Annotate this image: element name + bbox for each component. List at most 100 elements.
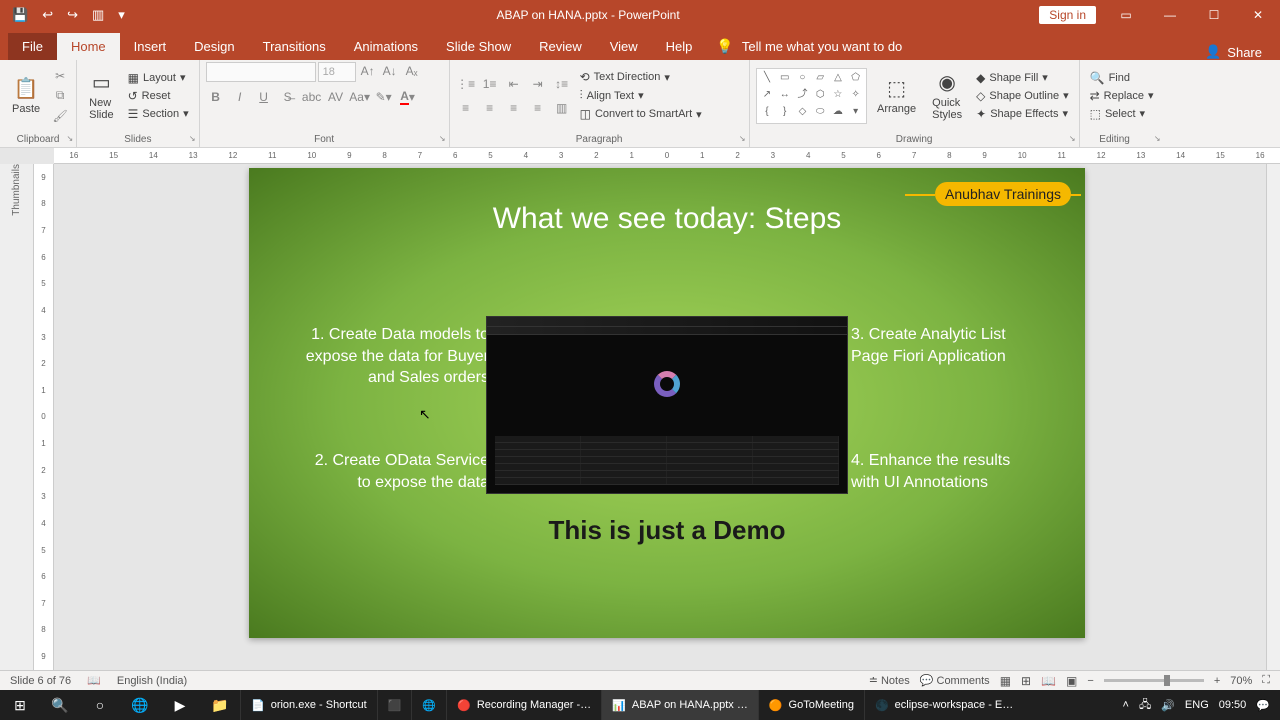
slideshow-view-icon[interactable]: ▣ [1066,674,1077,688]
indent-inc-icon[interactable]: ⇥ [528,75,548,93]
case-icon[interactable]: Aa▾ [350,88,370,106]
task-orion[interactable]: 📄orion.exe - Shortcut [240,690,377,720]
section-button[interactable]: ☰Section▾ [124,106,193,122]
comments-button[interactable]: 💬 Comments [920,674,990,687]
ribbon-options-icon[interactable]: ▭ [1104,0,1148,30]
bullets-icon[interactable]: ⋮≡ [456,75,476,93]
youtube-icon[interactable]: ▶ [160,690,200,720]
copy-icon[interactable]: ⧉ [50,87,70,105]
find-button[interactable]: 🔍Find [1086,70,1158,86]
font-size-input[interactable] [318,62,356,82]
thumbnails-pane[interactable]: Thumbnails [0,164,34,670]
slide[interactable]: Anubhav Trainings What we see today: Ste… [249,168,1085,638]
line-spacing-icon[interactable]: ↕≡ [552,75,572,93]
replace-button[interactable]: ⇄Replace▾ [1086,88,1158,104]
tray-up-icon[interactable]: ˄ [1123,699,1129,711]
start-button[interactable]: ⊞ [0,690,40,720]
tray-network-icon[interactable]: 🖧 [1139,696,1151,715]
text-direction-button[interactable]: ⟲Text Direction▾ [576,69,706,85]
paste-button[interactable]: 📋 Paste [6,74,46,117]
redo-icon[interactable]: ↪ [67,7,78,23]
tab-insert[interactable]: Insert [120,33,181,60]
cut-icon[interactable]: ✂ [50,67,70,85]
reset-button[interactable]: ↺Reset [124,88,193,104]
indent-dec-icon[interactable]: ⇤ [504,75,524,93]
tab-help[interactable]: Help [652,33,707,60]
decrease-font-icon[interactable]: A↓ [380,62,400,80]
format-painter-icon[interactable]: 🖌 [50,107,70,125]
tab-transitions[interactable]: Transitions [249,33,340,60]
task-powerpoint[interactable]: 📊ABAP on HANA.pptx … [601,690,758,720]
numbering-icon[interactable]: 1≡ [480,75,500,93]
zoom-level[interactable]: 70% [1230,675,1252,687]
search-icon[interactable]: 🔍 [40,690,80,720]
layout-button[interactable]: ▦Layout▾ [124,70,193,86]
bold-icon[interactable]: B [206,88,226,106]
underline-icon[interactable]: U [254,88,274,106]
tray-sound-icon[interactable]: 🔊 [1161,699,1175,712]
tray-notifications-icon[interactable]: 💬 [1256,699,1270,712]
clear-format-icon[interactable]: Aₓ [402,62,422,80]
shadow-icon[interactable]: abc [302,88,322,106]
signin-button[interactable]: Sign in [1039,6,1096,24]
notes-button[interactable]: ≐ Notes [869,674,910,687]
align-center-icon[interactable]: ≡ [480,99,500,117]
share-button[interactable]: 👤 Share [1205,44,1272,60]
task-cmd[interactable]: ⬛ [377,690,412,720]
task-eclipse[interactable]: 🌑eclipse-workspace - E… [864,690,1023,720]
task-browser[interactable]: 🌐 [411,690,446,720]
tray-time[interactable]: 09:50 [1219,699,1247,711]
increase-font-icon[interactable]: A↑ [358,62,378,80]
chrome-icon[interactable]: 🌐 [120,690,160,720]
justify-icon[interactable]: ≡ [528,99,548,117]
columns-icon[interactable]: ▥ [552,99,572,117]
slide-canvas[interactable]: Anubhav Trainings What we see today: Ste… [54,164,1280,670]
sorter-view-icon[interactable]: ⊞ [1021,674,1031,688]
tellme-input[interactable]: Tell me what you want to do [742,39,902,54]
highlight-icon[interactable]: ✎▾ [374,88,394,106]
spacing-icon[interactable]: AV [326,88,346,106]
zoom-slider[interactable] [1104,679,1204,682]
task-gotomeeting[interactable]: 🟠GoToMeeting [758,690,864,720]
close-button[interactable]: ✕ [1236,0,1280,30]
cortana-icon[interactable]: ○ [80,690,120,720]
scrollbar-vertical[interactable] [1266,164,1280,670]
fit-window-icon[interactable]: ⛶ [1262,674,1270,687]
slide-indicator[interactable]: Slide 6 of 76 [10,675,71,687]
select-button[interactable]: ⬚Select▾ [1086,106,1158,122]
tab-animations[interactable]: Animations [340,33,432,60]
strikethrough-icon[interactable]: S̶ [278,88,298,106]
explorer-icon[interactable]: 📁 [200,690,240,720]
align-right-icon[interactable]: ≡ [504,99,524,117]
normal-view-icon[interactable]: ▦ [1000,674,1011,688]
qat-more-icon[interactable]: ▾ [118,7,125,23]
tab-review[interactable]: Review [525,33,596,60]
shapes-gallery[interactable]: ╲▭○▱△⬠ ↗↔⤴⬡☆✧ {}◇⬭☁▾ [756,68,867,124]
save-icon[interactable]: 💾 [12,7,28,23]
reading-view-icon[interactable]: 📖 [1041,674,1056,688]
undo-icon[interactable]: ↩ [42,7,53,23]
spellcheck-icon[interactable]: 📖 [87,674,101,687]
align-left-icon[interactable]: ≡ [456,99,476,117]
minimize-button[interactable]: — [1148,0,1192,30]
slideshow-icon[interactable]: ▥ [92,7,104,23]
align-text-button[interactable]: ⫶Align Text▾ [576,87,706,104]
tray-lang[interactable]: ENG [1185,699,1209,711]
new-slide-button[interactable]: ▭ New Slide [83,68,119,123]
tab-home[interactable]: Home [57,33,120,60]
tab-design[interactable]: Design [180,33,248,60]
quick-styles-button[interactable]: ◉ Quick Styles [926,68,968,123]
tab-file[interactable]: File [8,33,57,60]
shape-effects-button[interactable]: ✦Shape Effects▾ [972,106,1072,122]
font-color-icon[interactable]: A▾ [398,88,418,106]
zoom-in-icon[interactable]: + [1214,675,1220,687]
zoom-out-icon[interactable]: − [1087,675,1093,687]
smartart-button[interactable]: ◫Convert to SmartArt▾ [576,106,706,122]
arrange-button[interactable]: ⬚ Arrange [871,74,922,117]
language-indicator[interactable]: English (India) [117,675,187,687]
italic-icon[interactable]: I [230,88,250,106]
maximize-button[interactable]: ☐ [1192,0,1236,30]
tab-slideshow[interactable]: Slide Show [432,33,525,60]
shape-outline-button[interactable]: ◇Shape Outline▾ [972,88,1072,104]
font-name-input[interactable] [206,62,316,82]
